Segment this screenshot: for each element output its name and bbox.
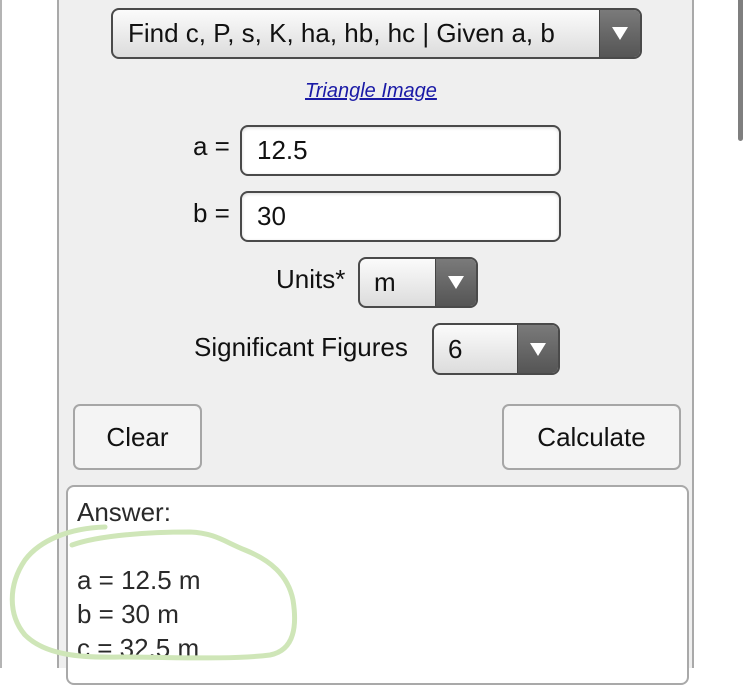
answer-heading: Answer: xyxy=(77,497,171,527)
significant-figures-select[interactable]: 6 xyxy=(432,323,560,375)
dropdown-triangle-icon[interactable] xyxy=(435,259,476,306)
page-left-border xyxy=(0,0,2,668)
dropdown-triangle-icon[interactable] xyxy=(517,325,558,373)
calculation-mode-value: Find c, P, s, K, ha, hb, hc | Given a, b xyxy=(128,18,555,48)
input-b-label: b = xyxy=(193,198,230,228)
answer-line-c: c = 32.5 m xyxy=(77,633,200,663)
calculate-button[interactable]: Calculate xyxy=(502,404,681,470)
units-select[interactable]: m xyxy=(358,257,478,308)
input-a-label: a = xyxy=(193,131,230,161)
answer-box: Answer: a = 12.5 m b = 30 m c = 32.5 m xyxy=(66,485,689,685)
calculation-mode-select[interactable]: Find c, P, s, K, ha, hb, hc | Given a, b xyxy=(111,8,642,59)
answer-line-a: a = 12.5 m xyxy=(77,565,201,595)
vertical-scrollbar[interactable] xyxy=(738,0,743,141)
triangle-image-link[interactable]: Triangle Image xyxy=(305,80,437,103)
significant-figures-value: 6 xyxy=(448,333,463,364)
side-b-input[interactable] xyxy=(240,191,561,242)
answer-line-b: b = 30 m xyxy=(77,599,179,629)
significant-figures-label: Significant Figures xyxy=(194,332,408,362)
dropdown-triangle-icon[interactable] xyxy=(599,10,640,57)
side-a-input[interactable] xyxy=(240,125,561,176)
clear-button[interactable]: Clear xyxy=(73,404,202,470)
answer-spacer xyxy=(77,529,687,563)
units-value: m xyxy=(374,267,396,297)
units-label: Units* xyxy=(276,264,346,294)
